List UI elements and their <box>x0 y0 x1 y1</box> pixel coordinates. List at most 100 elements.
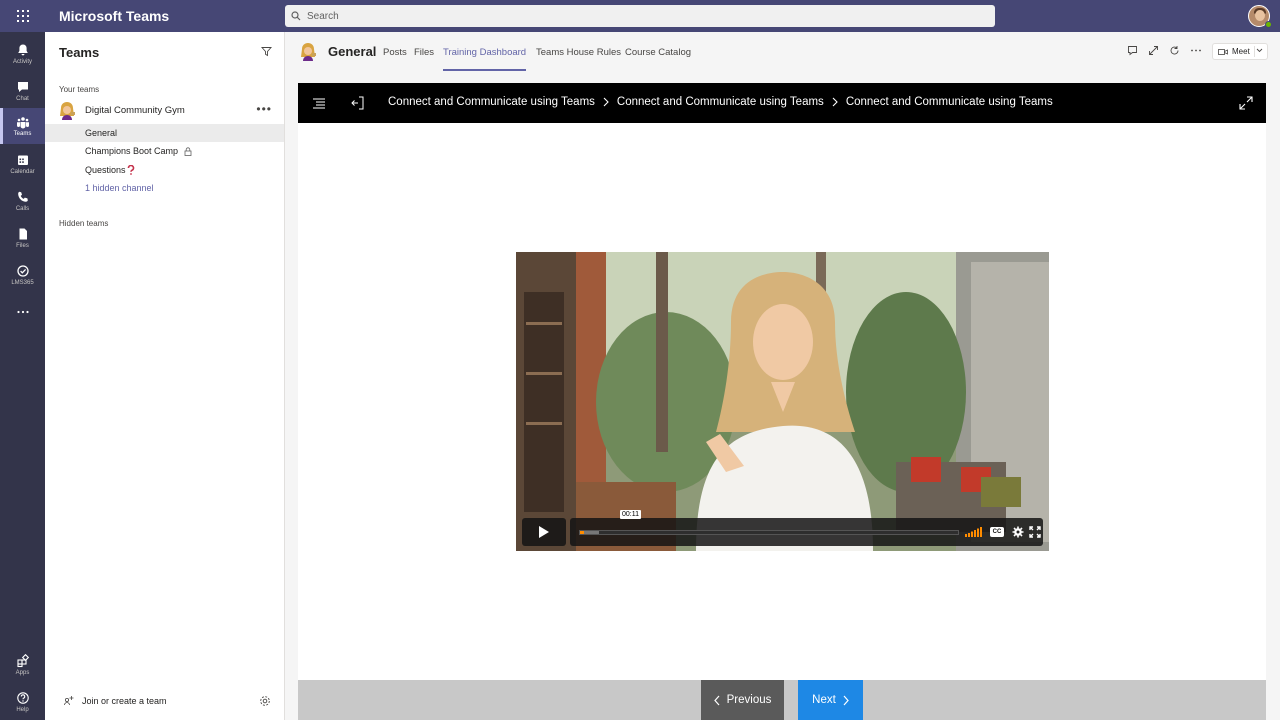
seek-bar[interactable] <box>579 530 959 535</box>
rail-item-files[interactable]: Files <box>0 220 45 256</box>
video-camera-icon <box>1218 48 1228 55</box>
join-create-team-button[interactable]: Join or create a team <box>45 692 284 712</box>
filter-icon[interactable] <box>261 46 272 57</box>
course-frame: Connect and Communicate using Teams Conn… <box>298 83 1266 720</box>
tab-files[interactable]: Files <box>414 47 434 58</box>
more-options-icon[interactable] <box>1190 45 1202 56</box>
question-mark-icon <box>127 165 134 175</box>
rail-item-calendar[interactable]: Calendar <box>0 146 45 182</box>
rail-item-calls[interactable]: Calls <box>0 183 45 219</box>
channel-label: Questions <box>85 165 126 175</box>
search-box[interactable] <box>285 5 995 27</box>
previous-button[interactable]: Previous <box>701 680 784 720</box>
rail-item-teams[interactable]: Teams <box>0 108 45 144</box>
chevron-right-icon <box>832 97 838 107</box>
rail-item-apps[interactable]: Apps <box>0 647 45 683</box>
next-button[interactable]: Next <box>798 680 863 720</box>
app-title: Microsoft Teams <box>59 8 170 24</box>
rail-item-help[interactable]: Help <box>0 684 45 720</box>
chevron-down-icon[interactable] <box>1256 48 1263 53</box>
closed-captions-button[interactable]: CC <box>990 527 1004 537</box>
menu-icon[interactable] <box>312 96 326 110</box>
rail-label: Activity <box>12 59 32 65</box>
volume-icon[interactable] <box>965 527 983 537</box>
chevron-right-icon <box>843 695 849 705</box>
rail-label: Files <box>16 243 29 249</box>
video-player[interactable]: 00:11 CC <box>516 252 1049 551</box>
rail-item-activity[interactable]: Activity <box>0 36 45 72</box>
play-button[interactable] <box>522 518 566 546</box>
channel-label: Champions Boot Camp <box>85 146 179 156</box>
meet-label: Meet <box>1232 47 1250 56</box>
channel-general[interactable]: General <box>45 124 284 142</box>
breadcrumb-item: Connect and Communicate using Teams <box>845 96 1053 108</box>
fullscreen-icon[interactable] <box>1029 526 1041 538</box>
app-rail: Activity Chat Teams Calendar Calls Files… <box>0 32 45 720</box>
chat-icon <box>17 82 28 92</box>
channel-champions-boot-camp[interactable]: Champions Boot Camp <box>45 142 284 160</box>
rail-label: Help <box>16 707 29 713</box>
played-progress <box>580 531 584 534</box>
team-name: Digital Community Gym <box>85 105 185 116</box>
your-teams-heading: Your teams <box>59 85 100 94</box>
rail-label: Apps <box>15 670 30 676</box>
channel-header: General Posts Files Training Dashboard T… <box>285 32 1280 72</box>
team-avatar <box>301 43 316 61</box>
play-icon <box>539 526 549 538</box>
tab-training-dashboard[interactable]: Training Dashboard <box>443 47 527 71</box>
course-footer: Previous Next <box>298 680 1266 720</box>
add-team-icon <box>64 696 74 706</box>
time-tooltip: 00:11 <box>620 510 641 519</box>
conversation-icon[interactable] <box>1127 45 1138 56</box>
search-icon <box>291 11 301 21</box>
expand-icon[interactable] <box>1239 96 1253 110</box>
teams-panel: Teams Your teams Digital Community Gym •… <box>45 32 285 720</box>
rail-item-lms365[interactable]: LMS365 <box>0 257 45 293</box>
team-avatar <box>60 102 75 120</box>
video-control-bar: 00:11 CC <box>570 510 1043 546</box>
breadcrumb: Connect and Communicate using Teams Conn… <box>388 96 1053 108</box>
apps-icon <box>16 654 29 668</box>
tab-teams-house-rules[interactable]: Teams House Rules <box>536 47 621 58</box>
breadcrumb-item[interactable]: Connect and Communicate using Teams <box>617 96 824 108</box>
gear-icon[interactable] <box>1012 526 1024 538</box>
channel-questions[interactable]: Questions <box>45 161 284 179</box>
refresh-icon[interactable] <box>1169 45 1180 56</box>
pop-out-icon[interactable] <box>1148 45 1159 56</box>
next-label: Next <box>812 694 836 706</box>
rail-item-chat[interactable]: Chat <box>0 73 45 109</box>
breadcrumb-item[interactable]: Connect and Communicate using Teams <box>388 96 595 108</box>
tab-posts[interactable]: Posts <box>383 47 407 58</box>
rail-label: Calls <box>15 206 30 212</box>
channel-label: 1 hidden channel <box>85 183 154 193</box>
tab-course-catalog[interactable]: Course Catalog <box>625 47 691 58</box>
video-controls: 00:11 CC <box>522 510 1043 546</box>
hidden-teams-heading[interactable]: Hidden teams <box>59 219 108 228</box>
lock-icon <box>184 146 192 156</box>
team-item[interactable]: Digital Community Gym ••• <box>45 100 284 122</box>
more-apps-button[interactable] <box>0 294 45 330</box>
calendar-icon <box>17 155 28 165</box>
search-input[interactable] <box>307 10 907 22</box>
help-icon <box>16 692 29 704</box>
hidden-channels-link[interactable]: 1 hidden channel <box>45 179 284 197</box>
gear-icon[interactable] <box>259 695 271 707</box>
exit-course-icon[interactable] <box>351 96 365 110</box>
join-label: Join or create a team <box>82 696 167 706</box>
chevron-left-icon <box>713 695 720 705</box>
app-launcher-button[interactable] <box>0 0 45 32</box>
check-circle-icon <box>16 265 29 277</box>
more-options-icon[interactable]: ••• <box>256 102 272 116</box>
rail-label: Calendar <box>10 169 35 175</box>
panel-title: Teams <box>59 44 100 60</box>
meet-button[interactable]: Meet <box>1212 43 1268 60</box>
rail-label: LMS365 <box>11 280 34 286</box>
presence-available-icon <box>1265 21 1272 28</box>
channel-title: General <box>328 44 377 59</box>
main-content: General Posts Files Training Dashboard T… <box>285 32 1280 720</box>
more-icon <box>16 310 29 314</box>
course-nav-bar: Connect and Communicate using Teams Conn… <box>298 83 1266 123</box>
rail-label: Chat <box>16 96 29 102</box>
waffle-icon <box>16 10 29 22</box>
channel-label: General <box>85 128 118 138</box>
